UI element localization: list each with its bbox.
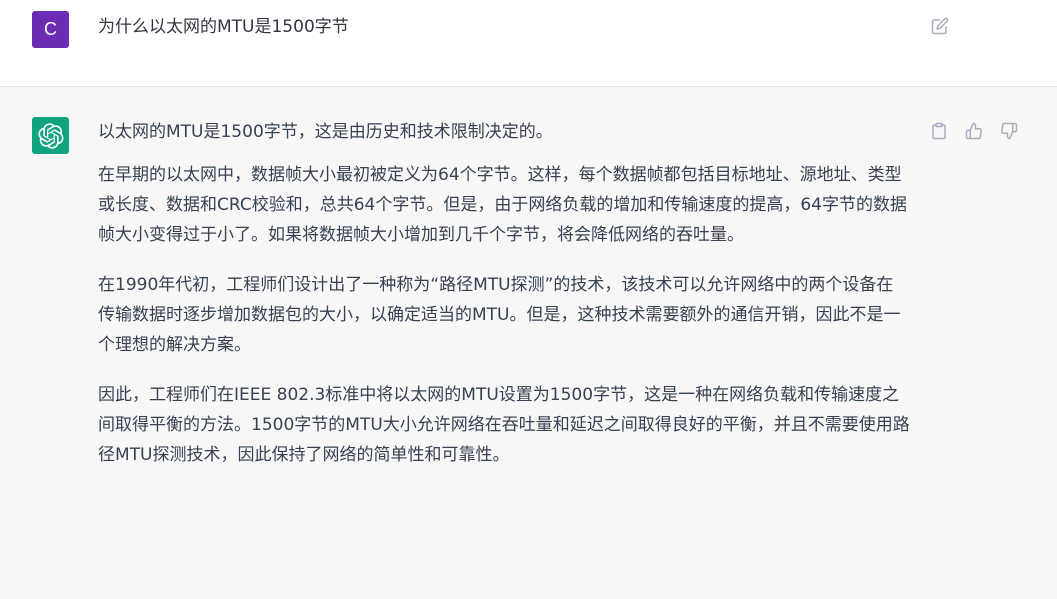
assistant-message-row: 以太网的MTU是1500字节，这是由历史和技术限制决定的。 在早期的以太网中，数… — [0, 87, 1057, 599]
assistant-paragraph-2: 在1990年代初，工程师们设计出了一种称为“路径MTU探测”的技术，该技术可以允… — [98, 275, 901, 355]
assistant-intro: 以太网的MTU是1500字节，这是由历史和技术限制决定的。 — [98, 122, 553, 142]
openai-logo-icon — [37, 122, 63, 149]
user-message-row: C 为什么以太网的MTU是1500字节 — [0, 0, 1057, 87]
user-message-text: 为什么以太网的MTU是1500字节 — [98, 17, 349, 37]
thumbs-up-icon[interactable] — [964, 121, 984, 141]
assistant-paragraph-1: 在早期的以太网中，数据帧大小最初被定义为64个字节。这样，每个数据帧都包括目标地… — [98, 165, 907, 245]
edit-icon[interactable] — [930, 16, 950, 36]
copy-icon[interactable] — [929, 121, 949, 141]
thumbs-down-icon[interactable] — [999, 121, 1019, 141]
user-avatar: C — [32, 11, 69, 48]
assistant-avatar — [32, 117, 69, 154]
user-avatar-letter: C — [44, 19, 57, 39]
assistant-paragraph-3: 因此，工程师们在IEEE 802.3标准中将以太网的MTU设置为1500字节，这… — [98, 385, 910, 465]
assistant-message-content: 以太网的MTU是1500字节，这是由历史和技术限制决定的。 在早期的以太网中，数… — [98, 117, 910, 490]
